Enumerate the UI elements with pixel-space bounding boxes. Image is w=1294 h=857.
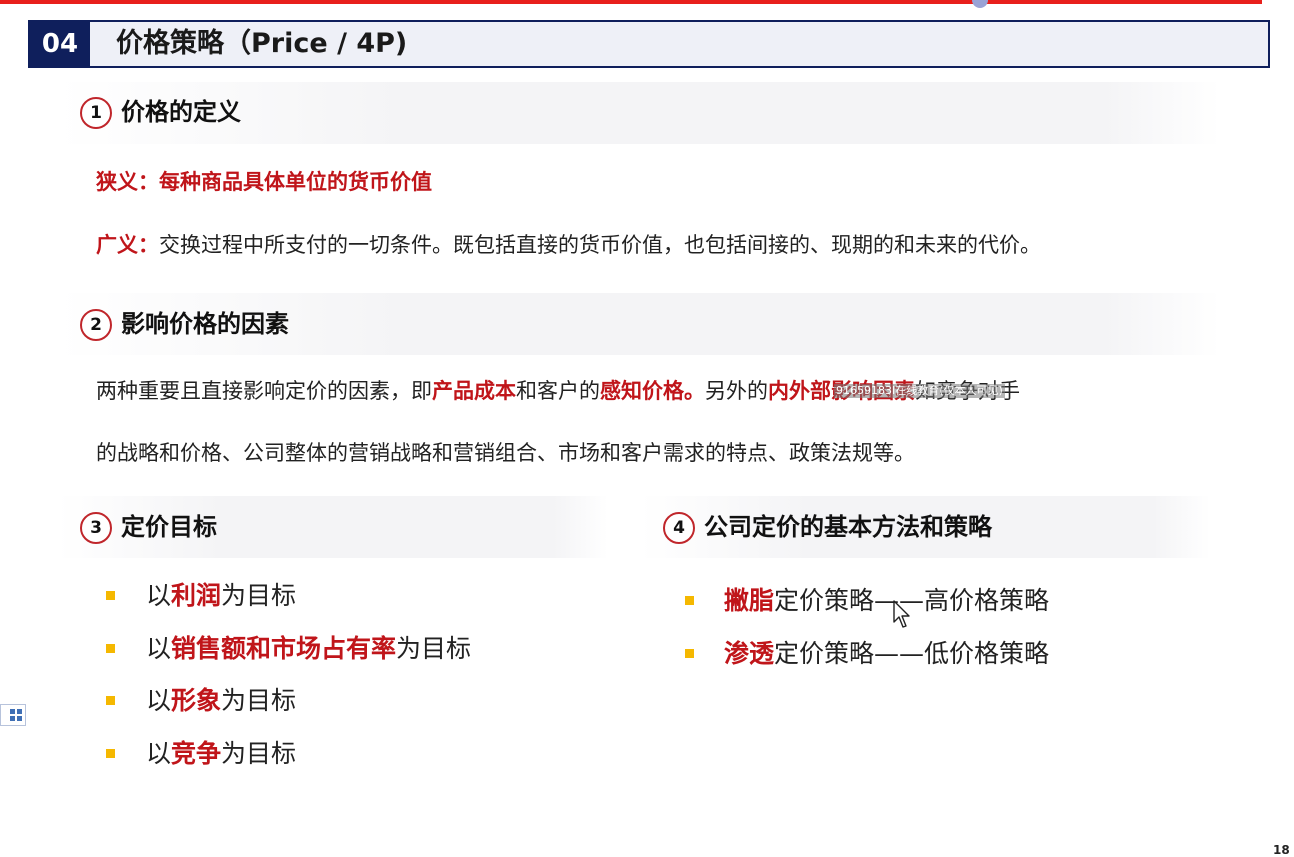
pricing-goal-item: 以销售额和市场占有率为目标 <box>146 632 471 666</box>
grid-icon[interactable] <box>0 704 26 726</box>
header-title: 价格策略（Price / 4P) <box>116 28 408 59</box>
goal-key: 利润 <box>171 581 222 610</box>
section4-number-icon: 4 <box>663 512 695 544</box>
bullet-icon <box>106 696 115 705</box>
section1-number-icon: 1 <box>80 97 112 129</box>
pricing-strategy-item: 渗透定价策略——低价格策略 <box>724 637 1049 671</box>
goal-key: 竞争 <box>171 739 222 768</box>
factors-text-a: 两种重要且直接影响定价的因素，即 <box>96 379 432 403</box>
section2-number-icon: 2 <box>80 309 112 341</box>
narrow-label: 狭义： <box>96 170 159 194</box>
pricing-goal-item: 以利润为目标 <box>146 579 296 613</box>
section3-title: 定价目标 <box>121 513 217 541</box>
goal-key: 形象 <box>171 686 222 715</box>
strategy-key: 渗透 <box>724 639 775 668</box>
page-number: 18 <box>1273 843 1290 857</box>
narrow-definition: 狭义：每种商品具体单位的货币价值 <box>96 167 432 197</box>
broad-text: 交换过程中所支付的一切条件。既包括直接的货币价值，也包括间接的、现期的和未来的代… <box>159 233 1041 257</box>
broad-definition: 广义：交换过程中所支付的一切条件。既包括直接的货币价值，也包括间接的、现期的和未… <box>96 230 1041 260</box>
factors-text-e: 另外的 <box>705 379 768 403</box>
header-section-number: 04 <box>30 22 90 66</box>
slide-header: 04 价格策略（Price / 4P) <box>28 20 1270 68</box>
goal-pre: 以 <box>146 739 172 768</box>
goal-post: 为目标 <box>221 686 297 715</box>
bullet-icon <box>685 596 694 605</box>
section4-title: 公司定价的基本方法和策略 <box>704 513 992 541</box>
factors-text-c: 和客户的 <box>516 379 600 403</box>
broad-label: 广义： <box>96 233 159 257</box>
section3-number-icon: 3 <box>80 512 112 544</box>
top-red-bar <box>0 0 1262 4</box>
goal-pre: 以 <box>146 581 172 610</box>
goal-post: 为目标 <box>396 634 472 663</box>
section2-title: 影响价格的因素 <box>121 310 289 338</box>
goal-post: 为目标 <box>221 739 297 768</box>
factors-product-cost: 产品成本 <box>432 379 516 403</box>
narrow-text: 每种商品具体单位的货币价值 <box>159 170 432 194</box>
pricing-strategy-item: 撇脂定价策略——高价格策略 <box>724 584 1049 618</box>
top-indicator-dot <box>972 0 988 8</box>
bullet-icon <box>106 644 115 653</box>
bullet-icon <box>106 591 115 600</box>
mouse-pointer-icon <box>893 600 910 628</box>
bullet-icon <box>685 649 694 658</box>
section1-title: 价格的定义 <box>121 98 241 126</box>
goal-post: 为目标 <box>221 581 297 610</box>
factors-paragraph-line2: 的战略和价格、公司整体的营销战略和营销组合、市场和客户需求的特点、政策法规等。 <box>96 441 915 465</box>
pricing-goal-item: 以竞争为目标 <box>146 737 296 771</box>
goal-pre: 以 <box>146 634 172 663</box>
strategy-key: 撇脂 <box>724 586 775 615</box>
factors-perceived-price: 感知价格。 <box>600 379 705 403</box>
bullet-icon <box>106 749 115 758</box>
goal-pre: 以 <box>146 686 172 715</box>
pricing-goal-item: 以形象为目标 <box>146 684 296 718</box>
watermark-overlay: 91659183I在线教育(仅本人可见) <box>834 384 1005 398</box>
goal-key: 销售额和市场占有率 <box>171 634 397 663</box>
strategy-post: 定价策略——低价格策略 <box>774 639 1050 668</box>
